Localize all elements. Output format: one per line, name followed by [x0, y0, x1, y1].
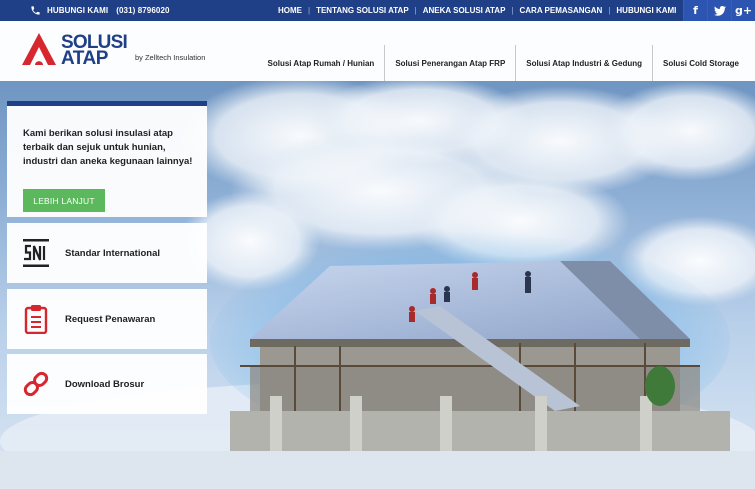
topnav-hubungi[interactable]: HUBUNGI KAMI [610, 6, 682, 15]
learn-more-button[interactable]: LEBIH LANJUT [23, 189, 105, 212]
nav-industri-gedung[interactable]: Solusi Atap Industri & Gedung [515, 45, 652, 81]
nav-rumah-hunian[interactable]: Solusi Atap Rumah / Hunian [258, 45, 385, 81]
topnav-cara[interactable]: CARA PEMASANGAN [514, 6, 609, 15]
facebook-icon[interactable]: f [683, 0, 707, 21]
card-label: Request Penawaran [65, 313, 156, 325]
google-plus-icon[interactable]: g+ [731, 0, 755, 21]
phone-label: HUBUNGI KAMI [47, 6, 109, 15]
site-logo[interactable]: SOLUSI ATAP by Zelltech Insulation [20, 31, 206, 69]
phone-number: (031) 8796020 [116, 6, 170, 15]
sni-icon [7, 239, 65, 267]
logo-mark-icon [22, 33, 56, 65]
card-label: Download Brosur [65, 378, 145, 390]
topnav-tentang[interactable]: TENTANG SOLUSI ATAP [310, 6, 415, 15]
intro-text: Kami berikan solusi insulasi atap terbai… [23, 128, 193, 167]
clipboard-icon [7, 304, 65, 334]
logo-line2: ATAP [61, 48, 108, 69]
site-header: SOLUSI ATAP by Zelltech Insulation Solus… [0, 21, 755, 81]
nav-penerangan-frp[interactable]: Solusi Penerangan Atap FRP [384, 45, 515, 81]
social-links: f g+ [683, 0, 755, 21]
card-request-penawaran[interactable]: Request Penawaran [7, 289, 207, 349]
card-label: Standar International [65, 247, 161, 259]
card-download-brosur[interactable]: Download Brosur [7, 354, 207, 414]
nav-cold-storage[interactable]: Solusi Cold Storage [651, 45, 749, 81]
phone-contact[interactable]: HUBUNGI KAMI (031) 8796020 [30, 0, 170, 21]
top-nav: HOME | TENTANG SOLUSI ATAP | ANEKA SOLUS… [272, 0, 682, 21]
card-standar-international[interactable]: Standar International [7, 223, 207, 283]
intro-panel: Kami berikan solusi insulasi atap terbai… [7, 101, 207, 217]
link-icon [7, 370, 65, 398]
twitter-icon[interactable] [707, 0, 731, 21]
topnav-home[interactable]: HOME [272, 6, 308, 15]
main-nav: Solusi Atap Rumah / Hunian Solusi Penera… [258, 45, 750, 81]
top-bar: HUBUNGI KAMI (031) 8796020 HOME | TENTAN… [0, 0, 755, 21]
logo-tagline: by Zelltech Insulation [134, 53, 206, 62]
logo-wordmark: SOLUSI ATAP [61, 33, 128, 69]
topnav-aneka[interactable]: ANEKA SOLUSI ATAP [417, 6, 512, 15]
phone-icon [31, 6, 40, 15]
